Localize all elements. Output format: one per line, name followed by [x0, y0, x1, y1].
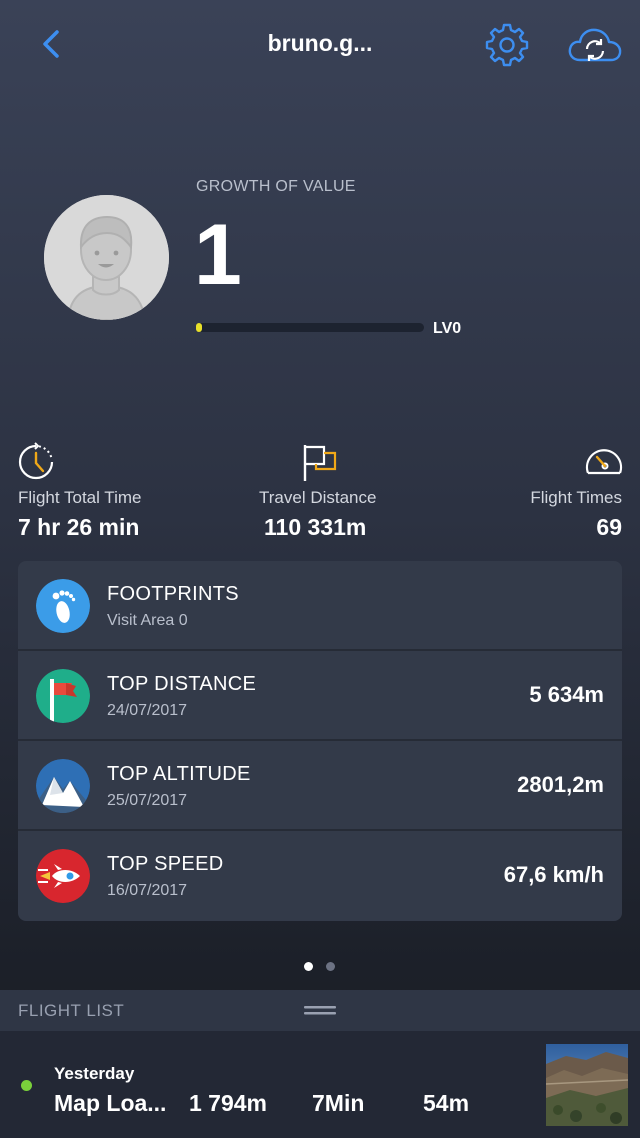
flight-altitude: 54m — [423, 1090, 470, 1116]
growth-label: GROWTH OF VALUE — [196, 178, 356, 195]
avatar[interactable] — [44, 195, 169, 320]
record-footprints[interactable]: FOOTPRINTS Visit Area 0 — [18, 561, 622, 651]
record-subtitle: 24/07/2017 — [107, 702, 188, 719]
flight-list-header[interactable]: FLIGHT LIST — [0, 990, 640, 1031]
footprint-icon — [36, 579, 90, 633]
record-top-altitude[interactable]: TOP ALTITUDE 25/07/2017 2801,2m — [18, 741, 622, 831]
level-label: LV0 — [433, 320, 462, 337]
flag-icon — [303, 445, 337, 481]
travel-distance-value: 110 331m — [264, 514, 367, 540]
rocket-icon — [36, 849, 90, 903]
flight-times-label: Flight Times — [530, 488, 622, 507]
flight-date: Yesterday — [54, 1064, 135, 1083]
record-subtitle: 25/07/2017 — [107, 792, 188, 809]
flight-thumbnail[interactable] — [546, 1044, 628, 1126]
growth-value: 1 — [194, 207, 242, 303]
page-dot[interactable] — [326, 962, 335, 971]
level-progress-bar — [196, 323, 424, 332]
record-top-distance[interactable]: TOP DISTANCE 24/07/2017 5 634m — [18, 651, 622, 741]
red-flag-icon — [36, 669, 90, 723]
flight-distance: 1 794m — [189, 1090, 268, 1116]
user-avatar-icon — [44, 195, 169, 320]
travel-distance-label: Travel Distance — [259, 488, 377, 507]
flight-times-value: 69 — [596, 514, 622, 540]
record-title: TOP DISTANCE — [107, 673, 257, 695]
page-dot-active[interactable] — [304, 962, 313, 971]
flight-duration: 7Min — [312, 1090, 365, 1116]
stopwatch-icon — [18, 442, 54, 480]
record-value: 5 634m — [529, 682, 604, 707]
flight-name: Map Loa... — [54, 1090, 167, 1116]
page-title: bruno.g... — [267, 30, 373, 56]
gear-icon — [485, 23, 529, 67]
drag-handle-icon[interactable] — [304, 1005, 336, 1016]
page-indicator — [304, 962, 344, 972]
record-value: 67,6 km/h — [503, 862, 604, 887]
level-progress-fill — [196, 323, 202, 332]
flight-list-item[interactable]: Yesterday Map Loa... 1 794m 7Min 54m — [0, 1031, 640, 1138]
record-subtitle: Visit Area 0 — [107, 612, 188, 629]
status-dot — [21, 1080, 32, 1091]
mountain-icon — [36, 759, 90, 813]
cloud-sync-button[interactable] — [566, 22, 624, 68]
record-title: TOP SPEED — [107, 853, 224, 875]
flight-total-time-value: 7 hr 26 min — [18, 514, 140, 540]
record-value: 2801,2m — [517, 772, 604, 797]
record-subtitle: 16/07/2017 — [107, 882, 188, 899]
cloud-sync-icon — [568, 28, 622, 62]
flight-list-label: FLIGHT LIST — [18, 1001, 125, 1020]
record-title: FOOTPRINTS — [107, 583, 239, 605]
records-card: FOOTPRINTS Visit Area 0 TOP DISTANCE 24/… — [18, 561, 622, 921]
record-title: TOP ALTITUDE — [107, 763, 251, 785]
speedometer-icon — [585, 449, 623, 475]
flight-total-time-label: Flight Total Time — [18, 488, 142, 507]
settings-button[interactable] — [484, 22, 530, 68]
record-top-speed[interactable]: TOP SPEED 16/07/2017 67,6 km/h — [18, 831, 622, 921]
top-bar: bruno.g... — [0, 0, 640, 92]
